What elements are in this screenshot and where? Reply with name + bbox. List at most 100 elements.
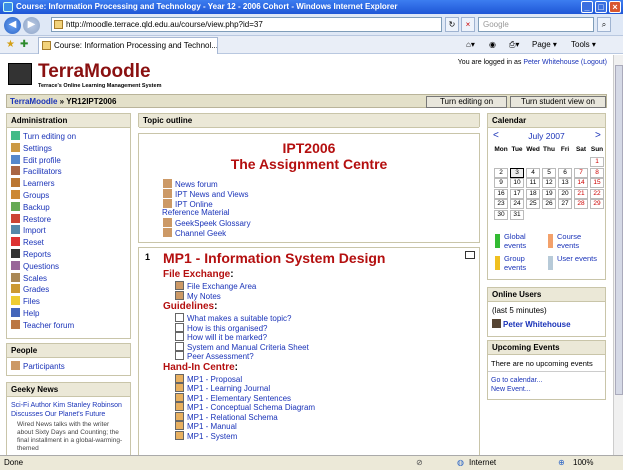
calendar-day[interactable]: 11 (526, 178, 540, 188)
stop-icon[interactable]: × (461, 17, 475, 32)
turn-student-view-on-button[interactable]: Turn student view on (510, 96, 606, 108)
logout-link[interactable]: (Logout) (581, 59, 607, 66)
zoom-icon[interactable]: ⊕ (558, 456, 565, 470)
login-user-link[interactable]: Peter Whitehouse (523, 59, 579, 66)
legend-user-events[interactable]: User events (557, 254, 599, 263)
admin-item-scales[interactable]: Scales (11, 272, 47, 285)
new-event-link[interactable]: New Event... (491, 386, 531, 393)
legend-group-events[interactable]: Group events (504, 254, 546, 272)
calendar-day[interactable]: 12 (542, 178, 556, 188)
address-input[interactable]: http://moodle.terrace.qld.edu.au/course/… (51, 17, 442, 32)
calendar-day[interactable]: 27 (558, 199, 572, 209)
admin-item-icon (11, 237, 20, 247)
calendar-month[interactable]: July 2007 (488, 131, 605, 141)
admin-item-help[interactable]: Help (11, 308, 39, 320)
admin-item-grades[interactable]: Grades (11, 284, 49, 296)
forward-arrow-icon[interactable]: ▶ (23, 17, 40, 34)
resource-link[interactable]: My Notes (175, 290, 221, 302)
admin-item-icon (11, 201, 20, 211)
calendar-day[interactable]: 26 (542, 199, 556, 209)
add-favorites-icon[interactable]: ✚ (20, 38, 28, 52)
online-user-item[interactable]: Peter Whitehouse (492, 319, 571, 329)
calendar-day[interactable]: 14 (574, 178, 588, 188)
admin-item-backup[interactable]: Backup (11, 201, 50, 214)
calendar-day[interactable]: 19 (542, 188, 556, 199)
calendar-day[interactable]: 7 (574, 167, 588, 178)
outline-link-5[interactable]: Channel Geek (163, 228, 226, 239)
admin-item-turn-editing-on[interactable]: Turn editing on (11, 131, 76, 143)
calendar-day[interactable]: 28 (574, 199, 588, 209)
calendar-day[interactable]: 10 (510, 178, 524, 188)
outline-link-3[interactable]: Reference Material (162, 208, 230, 218)
calendar-day[interactable]: 23 (494, 199, 508, 209)
search-go-icon[interactable]: ⌕ (597, 17, 611, 32)
logo-emblem-icon (8, 63, 32, 85)
vertical-scrollbar[interactable] (613, 55, 623, 455)
admin-item-files[interactable]: Files (11, 296, 40, 308)
calendar-day[interactable]: 31 (510, 209, 524, 220)
admin-item-edit-profile[interactable]: Edit profile (11, 154, 61, 167)
resource-link[interactable]: Peer Assessment? (175, 351, 254, 362)
close-icon[interactable]: × (609, 1, 621, 13)
calendar-day[interactable]: 29 (590, 199, 604, 209)
calendar-day[interactable]: 2 (494, 167, 508, 178)
page-menu[interactable]: Page ▾ (532, 38, 557, 52)
upcoming-events-title: Upcoming Events (488, 341, 605, 355)
go-to-calendar-link[interactable]: Go to calendar... (491, 377, 542, 384)
calendar-day[interactable]: 6 (558, 167, 572, 178)
admin-item-reset[interactable]: Reset (11, 237, 44, 249)
admin-item-learners[interactable]: Learners (11, 178, 55, 190)
home-icon[interactable]: ⌂▾ (466, 38, 475, 52)
calendar-day[interactable]: 9 (494, 178, 508, 188)
calendar-next-icon[interactable]: > (595, 130, 601, 141)
calendar-day[interactable]: 21 (574, 188, 588, 199)
admin-item-settings[interactable]: Settings (11, 142, 52, 155)
turn-editing-on-button[interactable]: Turn editing on (426, 96, 507, 108)
calendar-day[interactable]: 30 (494, 209, 508, 220)
calendar-day[interactable]: 5 (542, 167, 556, 178)
no-upcoming-events: There are no upcoming events (491, 359, 593, 368)
resource-link[interactable]: MP1 - System (175, 430, 237, 442)
window-title: Course: Information Processing and Techn… (16, 2, 398, 11)
calendar-day[interactable]: 20 (558, 188, 572, 199)
calendar-day[interactable]: 18 (526, 188, 540, 199)
minimize-icon[interactable]: _ (581, 1, 593, 13)
search-input[interactable]: Google (478, 17, 594, 32)
calendar-day[interactable]: 16 (494, 188, 508, 199)
show-only-topic-icon[interactable] (465, 251, 475, 259)
admin-item-facilitators[interactable]: Facilitators (11, 166, 62, 178)
admin-item-reports[interactable]: Reports (11, 249, 51, 261)
legend-course-events[interactable]: Course events (557, 232, 599, 250)
admin-item-questions[interactable]: Questions (11, 260, 59, 273)
admin-item-import[interactable]: Import (11, 225, 46, 237)
calendar-day[interactable]: 17 (510, 188, 524, 199)
participants-link[interactable]: Participants (11, 361, 65, 373)
browser-tab[interactable]: Course: Information Processing and Techn… (38, 37, 218, 54)
calendar-day[interactable]: 22 (590, 188, 604, 199)
calendar-day[interactable]: 15 (590, 178, 604, 188)
outline-link-icon (163, 228, 172, 237)
geeky-news-headline[interactable]: Sci-Fi Author Kim Stanley Robinson Discu… (11, 401, 127, 419)
calendar-day[interactable]: 8 (590, 167, 604, 178)
back-arrow-icon[interactable]: ◀ (4, 17, 21, 34)
admin-item-teacher-forum[interactable]: Teacher forum (11, 319, 74, 332)
scrollbar-thumb[interactable] (615, 65, 623, 395)
print-icon[interactable]: ⎙▾ (509, 38, 519, 52)
zoom-level[interactable]: 100% (573, 456, 593, 470)
calendar-day[interactable]: 13 (558, 178, 572, 188)
course-heading-1: IPT2006 (282, 140, 336, 156)
admin-item-restore[interactable]: Restore (11, 213, 51, 226)
refresh-icon[interactable]: ↻ (445, 17, 459, 32)
breadcrumb-home[interactable]: TerraMoodle (10, 97, 57, 106)
feeds-icon[interactable]: ◉ (489, 38, 496, 52)
calendar-day[interactable]: 3 (510, 167, 524, 178)
maximize-icon[interactable]: □ (595, 1, 607, 13)
calendar-day[interactable]: 25 (526, 199, 540, 209)
tools-menu[interactable]: Tools ▾ (571, 38, 596, 52)
calendar-day[interactable]: 1 (590, 157, 604, 167)
admin-item-groups[interactable]: Groups (11, 190, 49, 202)
favorites-star-icon[interactable]: ★ (6, 38, 15, 52)
legend-global-events[interactable]: Global events (504, 232, 546, 250)
calendar-day[interactable]: 4 (526, 167, 540, 178)
calendar-day[interactable]: 24 (510, 199, 524, 209)
